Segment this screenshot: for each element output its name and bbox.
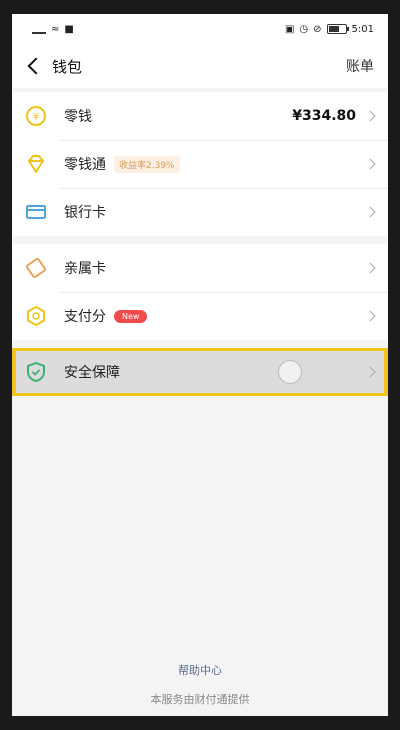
- wallet-screen: ≈ ■ ▣ ◷ ⊘ 5:01 钱包 账单 ¥ 零钱 ¥334.80 零钱通 收益…: [12, 14, 388, 716]
- wallet-group-3: 安全保障: [12, 348, 388, 396]
- row-label: 零钱通: [64, 157, 106, 173]
- row-label: 亲属卡: [64, 261, 106, 277]
- wallet-footer: 帮助中心 本服务由财付通提供: [12, 662, 388, 707]
- row-label: 支付分: [64, 309, 106, 325]
- bill-button[interactable]: 账单: [346, 56, 374, 76]
- chevron-right-icon: [364, 158, 376, 170]
- touch-indicator: [278, 360, 302, 384]
- diamond-icon: [24, 152, 48, 176]
- status-bar: ≈ ■ ▣ ◷ ⊘ 5:01: [12, 14, 388, 44]
- row-bank-card[interactable]: 银行卡: [12, 188, 388, 236]
- back-button[interactable]: 钱包: [24, 56, 82, 77]
- signal-icon: [32, 24, 46, 34]
- row-security[interactable]: 安全保障: [12, 348, 388, 396]
- row-lingqiantong[interactable]: 零钱通 收益率2.39%: [12, 140, 388, 188]
- wallet-group-1: ¥ 零钱 ¥334.80 零钱通 收益率2.39% 银行卡: [12, 92, 388, 236]
- wallet-header: 钱包 账单: [12, 44, 388, 88]
- page-title: 钱包: [52, 57, 83, 76]
- back-arrow-icon: [27, 57, 45, 75]
- chevron-right-icon: [364, 366, 376, 378]
- row-label: 零钱: [64, 109, 92, 125]
- row-change[interactable]: ¥ 零钱 ¥334.80: [12, 92, 388, 140]
- balance-value: ¥334.80: [292, 108, 356, 124]
- wifi-icon: ≈: [51, 23, 60, 35]
- row-label: 银行卡: [64, 205, 106, 221]
- wallet-group-2: 亲属卡 支付分 New: [12, 244, 388, 340]
- alarm-icon: ◷: [299, 23, 309, 35]
- mute-icon: ⊘: [313, 23, 322, 35]
- yield-badge: 收益率2.39%: [114, 155, 180, 173]
- status-time: 5:01: [351, 23, 374, 35]
- row-label: 安全保障: [64, 365, 120, 381]
- chevron-right-icon: [364, 262, 376, 274]
- pay-score-icon: [24, 304, 48, 328]
- bank-card-icon: [24, 200, 48, 224]
- svg-text:¥: ¥: [33, 112, 39, 123]
- service-provider-text: 本服务由财付通提供: [150, 693, 250, 706]
- row-pay-score[interactable]: 支付分 New: [12, 292, 388, 340]
- shield-icon: [24, 360, 48, 384]
- chevron-right-icon: [364, 110, 376, 122]
- help-center-link[interactable]: 帮助中心: [12, 662, 388, 678]
- notification-icon: ■: [64, 23, 74, 35]
- new-badge: New: [114, 309, 148, 323]
- nfc-icon: ▣: [284, 23, 295, 35]
- chevron-right-icon: [364, 310, 376, 322]
- row-family-card[interactable]: 亲属卡: [12, 244, 388, 292]
- chevron-right-icon: [364, 206, 376, 218]
- yuan-coin-icon: ¥: [24, 104, 48, 128]
- family-card-icon: [24, 256, 48, 280]
- battery-icon: [326, 24, 349, 34]
